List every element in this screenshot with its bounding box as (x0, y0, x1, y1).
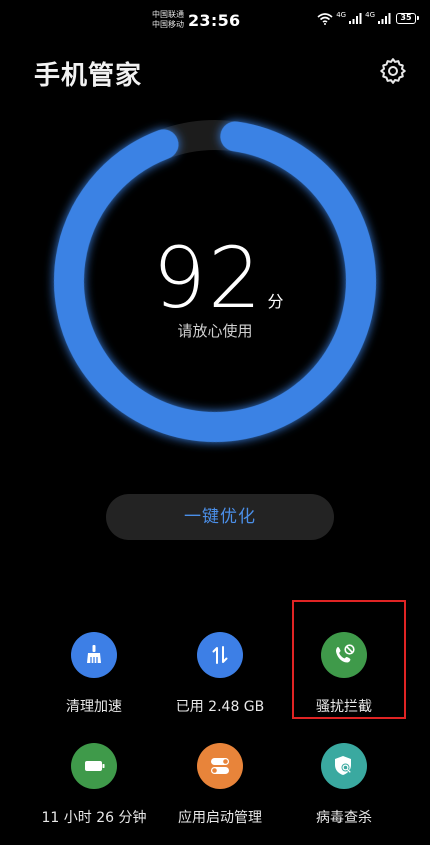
tool-label: 病毒查杀 (316, 810, 372, 826)
tool-icon-bg (197, 632, 243, 678)
score-number: 92 (152, 229, 264, 327)
gear-icon (380, 58, 406, 84)
highlight-box (292, 600, 406, 719)
network-type-1: 4G (336, 11, 347, 19)
tool-battery[interactable]: 11 小时 26 分钟 (29, 743, 159, 827)
page-title: 手机管家 (34, 61, 143, 91)
tool-label: 清理加速 (66, 699, 122, 715)
tool-label: 11 小时 26 分钟 (41, 810, 147, 826)
status-bar: 中国联通 中国移动 23:56 4G 4G 35 (0, 0, 430, 40)
carrier-1-label: 中国联通 (152, 10, 184, 19)
battery-indicator: 35 (396, 13, 419, 24)
tool-label: 应用启动管理 (178, 810, 262, 826)
tool-icon-bg (321, 743, 367, 789)
tool-virus-scan[interactable]: 病毒查杀 (279, 743, 409, 827)
settings-button[interactable] (378, 56, 408, 86)
tool-label: 已用 2.48 GB (175, 699, 265, 715)
carrier-labels: 中国联通 中国移动 (152, 10, 184, 30)
score-status-text: 请放心使用 (177, 322, 253, 340)
status-icons: 4G 4G 35 (317, 11, 419, 25)
tool-icon-bg (197, 743, 243, 789)
status-time: 23:56 (188, 11, 241, 30)
tool-icon-bg (71, 743, 117, 789)
phone-manager-screen: 中国联通 中国移动 23:56 4G 4G 35 手机管家 92 分 请放心使用… (0, 0, 430, 845)
wifi-icon (317, 12, 333, 25)
tool-app-launch[interactable]: 应用启动管理 (155, 743, 285, 827)
shield-scan-icon (335, 756, 352, 775)
tool-cleanup[interactable]: 清理加速 (29, 632, 159, 716)
score-display: 92 分 (0, 236, 430, 320)
signal-icon (378, 13, 391, 24)
tool-icon-bg (71, 632, 117, 678)
battery-icon (85, 761, 105, 771)
broom-icon (87, 645, 101, 663)
score-unit: 分 (267, 292, 284, 311)
signal-icon (349, 13, 362, 24)
carrier-2-label: 中国移动 (152, 20, 184, 29)
network-type-2: 4G (365, 11, 375, 19)
tool-data-usage[interactable]: 已用 2.48 GB (155, 632, 285, 716)
data-transfer-icon (212, 646, 228, 664)
toggle-switches-icon (211, 758, 229, 774)
one-click-optimize-button[interactable]: 一键优化 (106, 494, 334, 540)
